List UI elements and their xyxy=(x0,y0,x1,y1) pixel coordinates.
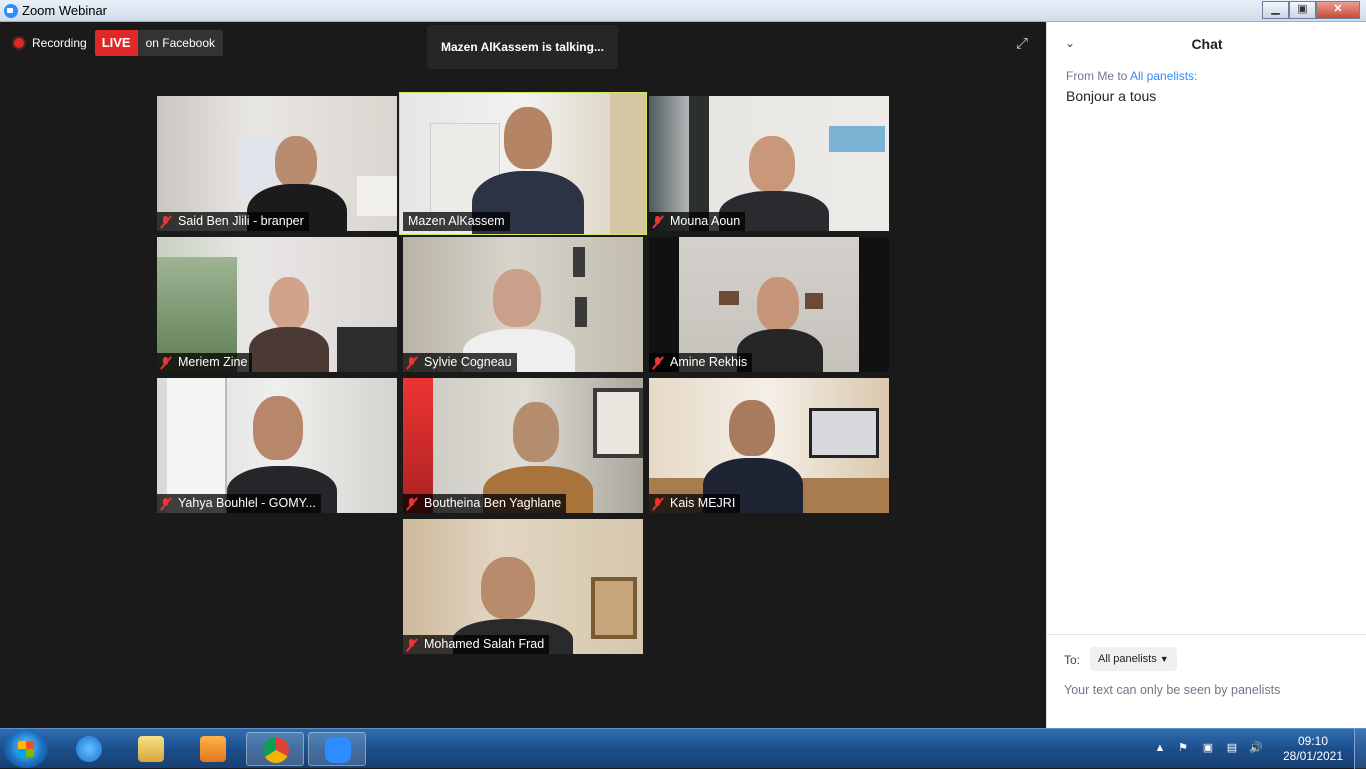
muted-mic-icon xyxy=(160,356,172,370)
video-gallery-area: Recording LIVE on Facebook Mazen AlKasse… xyxy=(0,22,1046,728)
participant-name: Meriem Zine xyxy=(157,353,253,372)
taskbar-clock[interactable]: 09:10 28/01/2021 xyxy=(1278,734,1348,764)
video-tile-9[interactable]: Kais MEJRI xyxy=(649,378,889,513)
muted-mic-icon xyxy=(406,356,418,370)
fullscreen-expand-icon[interactable]: ⤢ xyxy=(1016,36,1032,52)
chat-panel: ⌄ Chat From Me to All panelists: Bonjour… xyxy=(1046,22,1366,728)
participant-name: Yahya Bouhlel - GOMY... xyxy=(157,494,321,513)
video-tile-2-active-speaker[interactable]: Mazen AlKassem xyxy=(399,92,647,235)
live-destination[interactable]: on Facebook xyxy=(137,30,223,56)
participant-name: Mazen AlKassem xyxy=(403,212,510,231)
muted-mic-icon xyxy=(652,497,664,511)
participant-name: Kais MEJRI xyxy=(649,494,741,513)
folder-icon xyxy=(138,736,164,762)
taskbar-file-explorer[interactable] xyxy=(122,732,180,766)
clock-date: 28/01/2021 xyxy=(1282,749,1344,763)
participant-name: Said Ben Jlili - branper xyxy=(157,212,309,231)
participant-name: Boutheina Ben Yaghlane xyxy=(403,494,567,513)
muted-mic-icon xyxy=(406,638,418,652)
to-label: To: xyxy=(1064,653,1081,667)
participant-name: Mouna Aoun xyxy=(649,212,746,231)
volume-icon[interactable]: 🔊 xyxy=(1249,741,1263,755)
window-title: Zoom Webinar xyxy=(22,3,108,18)
clock-time: 09:10 xyxy=(1297,734,1329,748)
show-desktop-button[interactable] xyxy=(1354,729,1366,769)
muted-mic-icon xyxy=(652,215,664,229)
start-button[interactable] xyxy=(4,730,48,768)
active-speaker-banner: Mazen AlKassem is talking... xyxy=(427,25,618,69)
usb-device-icon[interactable]: ▤ xyxy=(1225,741,1239,755)
action-center-flag-icon[interactable]: ⚑ xyxy=(1176,741,1190,755)
video-tile-1[interactable]: Said Ben Jlili - branper xyxy=(157,96,397,231)
participant-name: Mohamed Salah Frad xyxy=(403,635,550,654)
recording-dot-icon xyxy=(14,38,24,48)
chat-message-recipient: All panelists xyxy=(1130,69,1195,83)
chrome-icon xyxy=(263,737,289,763)
muted-mic-icon xyxy=(406,497,418,511)
video-tile-7[interactable]: Yahya Bouhlel - GOMY... xyxy=(157,378,397,513)
live-badge[interactable]: LIVE xyxy=(94,30,138,56)
maximize-button[interactable]: ▣ xyxy=(1289,1,1316,19)
taskbar-zoom[interactable] xyxy=(308,732,366,766)
participant-name: Sylvie Cogneau xyxy=(403,353,517,372)
taskbar-chrome[interactable] xyxy=(246,732,304,766)
chevron-down-icon: ▼ xyxy=(1159,654,1169,664)
chat-message-text: Bonjour a tous xyxy=(1066,88,1157,104)
recording-label: Recording xyxy=(32,36,87,50)
video-tile-5[interactable]: Sylvie Cogneau xyxy=(403,237,643,372)
close-button[interactable]: ✕ xyxy=(1316,1,1360,19)
show-hidden-icons-icon[interactable]: ▲ xyxy=(1153,741,1167,755)
minimize-button[interactable]: ▁ xyxy=(1262,1,1289,19)
taskbar-media-player[interactable] xyxy=(184,732,242,766)
recipient-dropdown[interactable]: All panelists ▼ xyxy=(1090,647,1177,671)
video-tile-4[interactable]: Meriem Zine xyxy=(157,237,397,372)
zoom-icon xyxy=(325,737,351,763)
chat-footer: To: All panelists ▼ xyxy=(1047,634,1366,728)
internet-explorer-icon xyxy=(76,736,102,762)
taskbar-internet-explorer[interactable] xyxy=(60,732,118,766)
media-player-icon xyxy=(200,736,226,762)
title-bar: Zoom Webinar ▁ ▣ ✕ xyxy=(0,0,1366,22)
video-tile-8[interactable]: Boutheina Ben Yaghlane xyxy=(403,378,643,513)
muted-mic-icon xyxy=(652,356,664,370)
video-tile-10[interactable]: Mohamed Salah Frad xyxy=(403,519,643,654)
chat-title: Chat xyxy=(1191,36,1223,52)
windows-taskbar: ▲ ⚑ ▣ ▤ 🔊 09:10 28/01/2021 xyxy=(0,728,1366,769)
muted-mic-icon xyxy=(160,497,172,511)
chat-message-meta: From Me to All panelists: xyxy=(1066,69,1198,83)
chat-input[interactable] xyxy=(1064,679,1350,701)
chat-header: ⌄ Chat xyxy=(1047,22,1366,66)
participant-name: Amine Rekhis xyxy=(649,353,753,372)
video-tile-6[interactable]: Amine Rekhis xyxy=(649,237,889,372)
network-icon[interactable]: ▣ xyxy=(1201,741,1215,755)
zoom-app-icon xyxy=(4,4,18,18)
muted-mic-icon xyxy=(160,215,172,229)
recipient-value: All panelists xyxy=(1098,653,1157,665)
recording-status: Recording LIVE on Facebook xyxy=(8,30,223,56)
video-tile-3[interactable]: Mouna Aoun xyxy=(649,96,889,231)
